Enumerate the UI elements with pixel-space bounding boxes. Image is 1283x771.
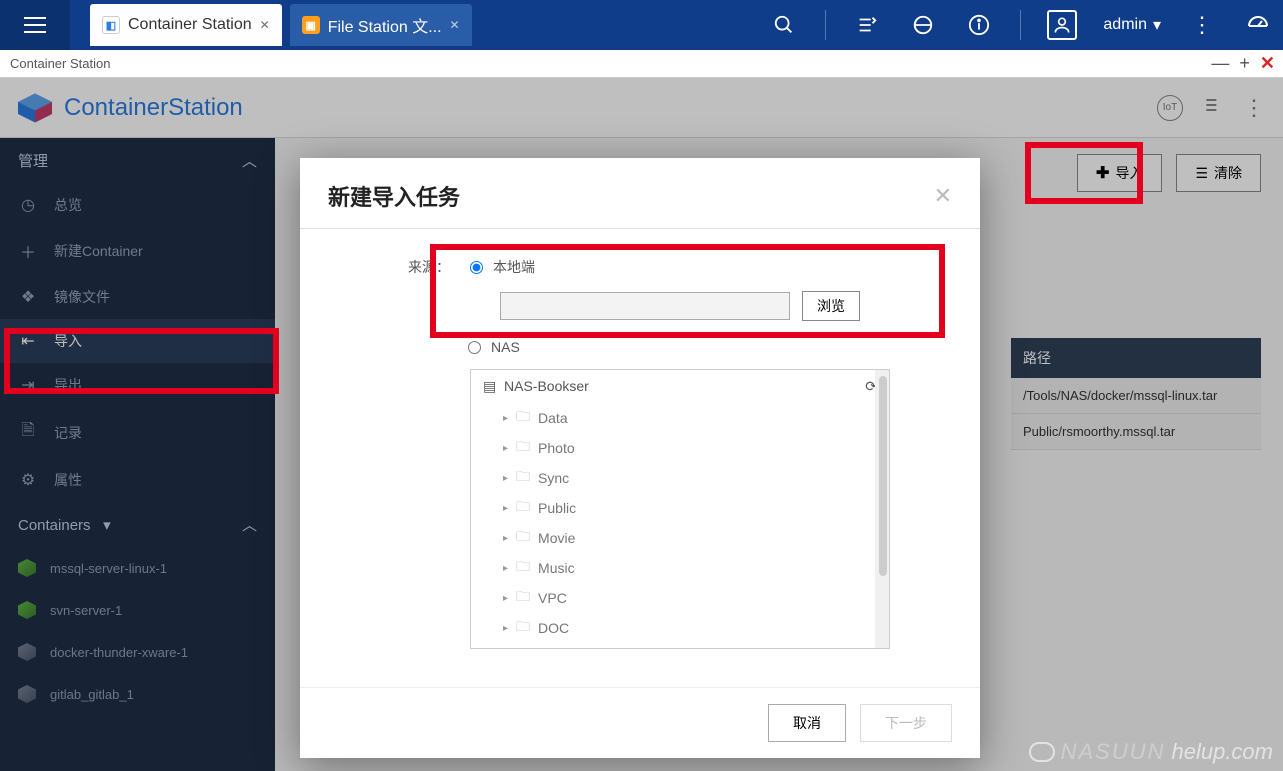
search-icon[interactable] <box>769 10 799 40</box>
arrow-icon: ▸ <box>503 593 508 604</box>
nas-tree: ▤ NAS-Bookser ⟳ ▸🗀Data▸🗀Photo▸🗀Sync▸🗀Pub… <box>470 369 890 649</box>
topbar-right: admin ▾ ⋮ <box>769 0 1273 50</box>
next-button: 下一步 <box>860 704 952 742</box>
folder-icon: 🗀 <box>516 586 530 610</box>
folder-icon: 🗀 <box>516 466 530 490</box>
devices-icon[interactable] <box>908 10 938 40</box>
folder-icon: 🗀 <box>516 616 530 640</box>
tree-item[interactable]: ▸🗀Backup <box>471 643 889 649</box>
divider <box>825 10 826 40</box>
tab-container-station[interactable]: ◧ Container Station ✕ <box>90 4 282 46</box>
user-dropdown[interactable]: admin ▾ <box>1103 15 1161 35</box>
tree-item[interactable]: ▸🗀Music <box>471 553 889 583</box>
cancel-button[interactable]: 取消 <box>768 704 846 742</box>
close-icon[interactable]: ✕ <box>260 18 270 32</box>
tree-item[interactable]: ▸🗀Public <box>471 493 889 523</box>
dialog-body: 来源： 本地端 浏览 NAS ▤ NAS-Bookser ⟳ ▸🗀Data▸🗀P… <box>300 229 980 687</box>
container-station-icon: ◧ <box>102 16 120 34</box>
tree-item[interactable]: ▸🗀VPC <box>471 583 889 613</box>
window-title: Container Station <box>10 56 110 71</box>
arrow-icon: ▸ <box>503 563 508 574</box>
tree-item[interactable]: ▸🗀Data <box>471 403 889 433</box>
nas-root-label: NAS-Bookser <box>504 378 589 394</box>
app-body: ContainerStation IoT ⋮ 管理 ︿ ◷ 总览 ＋ 新建Con… <box>0 78 1283 771</box>
radio-local-label: 本地端 <box>493 257 535 277</box>
user-avatar-icon[interactable] <box>1047 10 1077 40</box>
arrow-icon: ▸ <box>503 443 508 454</box>
dialog-close-button[interactable]: ✕ <box>934 183 952 209</box>
tab-label: File Station 文... <box>328 13 442 37</box>
scrollbar[interactable] <box>875 370 889 648</box>
info-icon[interactable] <box>964 10 994 40</box>
dialog-footer: 取消 下一步 <box>300 687 980 758</box>
arrow-icon: ▸ <box>503 533 508 544</box>
more-icon[interactable]: ⋮ <box>1187 10 1217 40</box>
tasks-icon[interactable] <box>852 10 882 40</box>
folder-icon: 🗀 <box>516 496 530 520</box>
import-dialog: 新建导入任务 ✕ 来源： 本地端 浏览 NAS ▤ NAS-Bookser ⟳ <box>300 158 980 758</box>
dashboard-icon[interactable] <box>1243 10 1273 40</box>
file-station-icon: ▣ <box>302 16 320 34</box>
maximize-button[interactable]: + <box>1239 53 1250 74</box>
nas-icon: ▤ <box>483 378 496 394</box>
folder-icon: 🗀 <box>516 436 530 460</box>
minimize-button[interactable]: — <box>1211 53 1229 74</box>
tab-file-station[interactable]: ▣ File Station 文... ✕ <box>290 4 472 46</box>
dialog-header: 新建导入任务 ✕ <box>300 158 980 229</box>
arrow-icon: ▸ <box>503 503 508 514</box>
radio-nas[interactable] <box>468 341 481 354</box>
source-label: 来源： <box>408 257 450 277</box>
os-tabs: ◧ Container Station ✕ ▣ File Station 文..… <box>90 0 480 50</box>
close-button[interactable]: ✕ <box>1260 53 1275 74</box>
arrow-icon: ▸ <box>503 413 508 424</box>
browse-button[interactable]: 浏览 <box>802 291 860 321</box>
chevron-down-icon: ▾ <box>1153 15 1161 35</box>
dialog-title: 新建导入任务 <box>328 180 460 212</box>
tree-item[interactable]: ▸🗀Movie <box>471 523 889 553</box>
radio-nas-label: NAS <box>491 339 520 355</box>
menu-button[interactable] <box>0 0 70 50</box>
tab-label: Container Station <box>128 16 252 34</box>
arrow-icon: ▸ <box>503 473 508 484</box>
username: admin <box>1103 16 1147 34</box>
folder-icon: 🗀 <box>516 406 530 430</box>
tree-item[interactable]: ▸🗀Photo <box>471 433 889 463</box>
folder-icon: 🗀 <box>516 556 530 580</box>
os-topbar: ◧ Container Station ✕ ▣ File Station 文..… <box>0 0 1283 50</box>
menu-icon <box>24 17 46 33</box>
divider <box>1020 10 1021 40</box>
close-icon[interactable]: ✕ <box>450 18 460 32</box>
arrow-icon: ▸ <box>503 623 508 634</box>
tree-item[interactable]: ▸🗀DOC <box>471 613 889 643</box>
radio-local[interactable] <box>470 261 483 274</box>
folder-icon: 🗀 <box>516 526 530 550</box>
tree-item[interactable]: ▸🗀Sync <box>471 463 889 493</box>
window-chrome: Container Station — + ✕ <box>0 50 1283 78</box>
folder-icon: 🗀 <box>516 646 530 649</box>
local-path-input[interactable] <box>500 292 790 320</box>
